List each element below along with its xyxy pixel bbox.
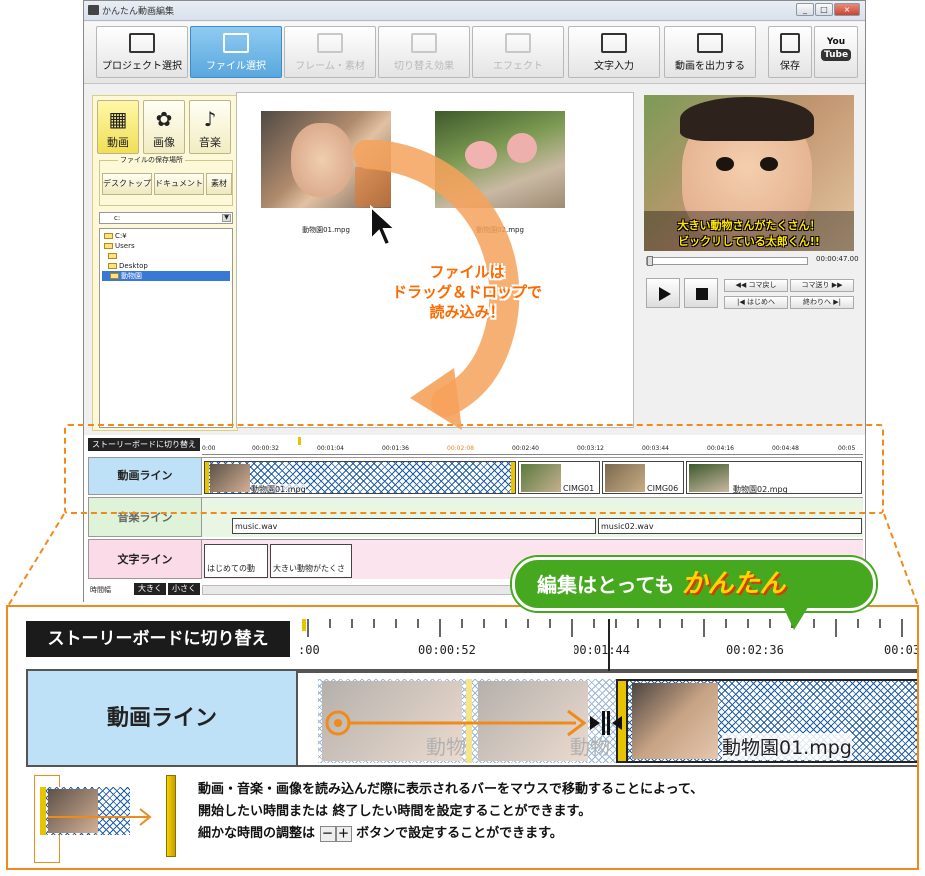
- stop-button[interactable]: [684, 278, 718, 308]
- folder-icon: [104, 243, 113, 249]
- tab-music[interactable]: ♪ 音楽: [189, 100, 231, 154]
- main-toolbar: プロジェクト選択 ファイル選択 フレーム・素材 切り替え効果 エフェクト 文字入…: [84, 22, 865, 84]
- preview-hair: [680, 97, 814, 141]
- export-arrow-icon: [697, 33, 723, 53]
- seek-bar[interactable]: [646, 256, 808, 266]
- trim-bar-sample: [166, 775, 176, 857]
- material-button[interactable]: 素材: [206, 173, 232, 195]
- text-input-button[interactable]: 文字入力: [568, 26, 660, 78]
- zoom-ruler-label: 00:02:36: [726, 643, 784, 657]
- tree-node[interactable]: Users: [104, 241, 135, 251]
- zoom-ruler-label: 00:03: [884, 643, 919, 657]
- minimize-button[interactable]: _: [796, 3, 814, 16]
- frame-material-button[interactable]: フレーム・素材: [284, 26, 376, 78]
- folder-icon: [108, 253, 117, 259]
- transition-icon: [411, 33, 437, 53]
- preview-video: 大きい動物さんがたくさん！ ビックリしている太郎くん!!: [644, 95, 854, 251]
- documents-button[interactable]: ドキュメント: [154, 173, 204, 195]
- thumbnail-face: [291, 123, 353, 197]
- title-bar: かんたん動画編集 _ □ ×: [84, 1, 865, 21]
- drag-arrow-icon: [325, 709, 622, 737]
- preview-eye: [716, 157, 734, 171]
- to-end-button[interactable]: 終わりへ ▶|: [790, 296, 854, 309]
- text-film-icon: [601, 33, 627, 53]
- preview-subtitle-2: ビックリしている太郎くん!!: [678, 235, 820, 248]
- preview-eye: [760, 157, 778, 171]
- zoom-detail-box: ストーリーボードに切り替え :00 00:00:52 00:01:44 00:0…: [6, 605, 919, 870]
- transition-button[interactable]: 切り替え効果: [378, 26, 470, 78]
- drive-select[interactable]: c: ▼: [99, 212, 233, 224]
- window-title: かんたん動画編集: [102, 7, 175, 17]
- play-button[interactable]: [646, 278, 680, 308]
- youtube-button[interactable]: You Tube: [814, 26, 858, 78]
- zoom-ruler-label: 00:00:52: [418, 643, 476, 657]
- next-frame-button[interactable]: コマ送り ▶▶: [790, 279, 854, 292]
- tab-video[interactable]: ▦ 動画: [97, 100, 139, 154]
- preview-subtitle-1: 大きい動物さんがたくさん！: [677, 219, 821, 232]
- desktop-button[interactable]: デスクトップ: [102, 173, 152, 195]
- folder-tree[interactable]: C:¥ Users Desktop 動物園: [99, 228, 233, 428]
- project-select-button[interactable]: プロジェクト選択: [96, 26, 188, 78]
- youtube-logo-top: You: [826, 37, 846, 47]
- media-source-panel: ▦ 動画 ✿ 画像 ♪ 音楽 ファイルの保存場所 デスクトップ ドキュメント 素…: [92, 95, 238, 431]
- tab-image[interactable]: ✿ 画像: [143, 100, 185, 154]
- save-button[interactable]: 保存: [768, 26, 812, 78]
- app-icon: [88, 5, 99, 15]
- chevron-down-icon[interactable]: ▼: [222, 214, 231, 222]
- stop-icon: [696, 288, 708, 300]
- zoom-clip[interactable]: 動物園01.mpg: [616, 679, 917, 763]
- floppy-disk-icon: [780, 33, 800, 53]
- tree-node[interactable]: C:¥: [104, 231, 127, 241]
- maximize-button[interactable]: □: [815, 3, 833, 16]
- mini-arrow-icon: [48, 808, 152, 826]
- feature-description: 動画・音楽・画像を読み込んだ際に表示されるバーをマウスで移動することによって、 …: [198, 782, 704, 842]
- zoom-clip-name: 動物園01.mpg: [722, 733, 852, 760]
- tree-node[interactable]: Desktop: [108, 261, 148, 271]
- file-location-group: ファイルの保存場所 デスクトップ ドキュメント 素材: [99, 155, 233, 206]
- star-frame-icon: [317, 33, 343, 53]
- easy-editing-bubble: 編集はとっても かんたん: [512, 557, 876, 611]
- youtube-logo-bottom: Tube: [820, 49, 852, 61]
- folder-icon: [108, 263, 117, 269]
- timecode: 00:00:47.00: [816, 255, 859, 263]
- plus-button[interactable]: ＋: [335, 825, 352, 842]
- tree-node-selected[interactable]: 動物園: [102, 271, 230, 281]
- folder-icon: [110, 273, 119, 279]
- seek-knob[interactable]: [647, 256, 653, 266]
- file-select-button[interactable]: ファイル選択: [190, 26, 282, 78]
- minus-button[interactable]: －: [319, 825, 336, 842]
- zoom-storyboard-button[interactable]: ストーリーボードに切り替え: [26, 621, 290, 657]
- preview-panel: 大きい動物さんがたくさん！ ビックリしている太郎くん!! 00:00:47.00…: [640, 92, 861, 428]
- effect-icon: [505, 33, 531, 53]
- flower-image-icon: ✿: [155, 107, 173, 131]
- close-button[interactable]: ×: [834, 3, 860, 16]
- to-start-button[interactable]: |◀ はじめへ: [724, 296, 788, 309]
- effect-button[interactable]: エフェクト: [472, 26, 564, 78]
- play-icon: [659, 287, 671, 301]
- bubble-tail: [782, 604, 810, 630]
- music-note-icon: ♪: [203, 107, 217, 131]
- prev-frame-button[interactable]: ◀◀ コマ戻し: [724, 279, 788, 292]
- file-location-caption: ファイルの保存場所: [118, 155, 185, 165]
- export-video-button[interactable]: 動画を出力する: [664, 26, 756, 78]
- folder-icon: [104, 233, 113, 239]
- film-strip-icon: ▦: [108, 107, 128, 131]
- drag-drop-callout: ファイルは ドラッグ＆ドロップで 読み込み！: [392, 263, 543, 321]
- zoom-ruler-label: 00:01:44: [574, 643, 630, 657]
- clip-thumbnail: [632, 683, 718, 759]
- zoom-ruler-label: :00: [298, 643, 320, 657]
- music-file-icon: [223, 33, 249, 53]
- zoom-video-track[interactable]: 動物 動物 動物園01.mpg: [298, 671, 917, 767]
- zoom-video-track-label: 動画ライン: [26, 669, 298, 767]
- tree-node[interactable]: [108, 251, 119, 261]
- film-frame-icon: [129, 33, 155, 53]
